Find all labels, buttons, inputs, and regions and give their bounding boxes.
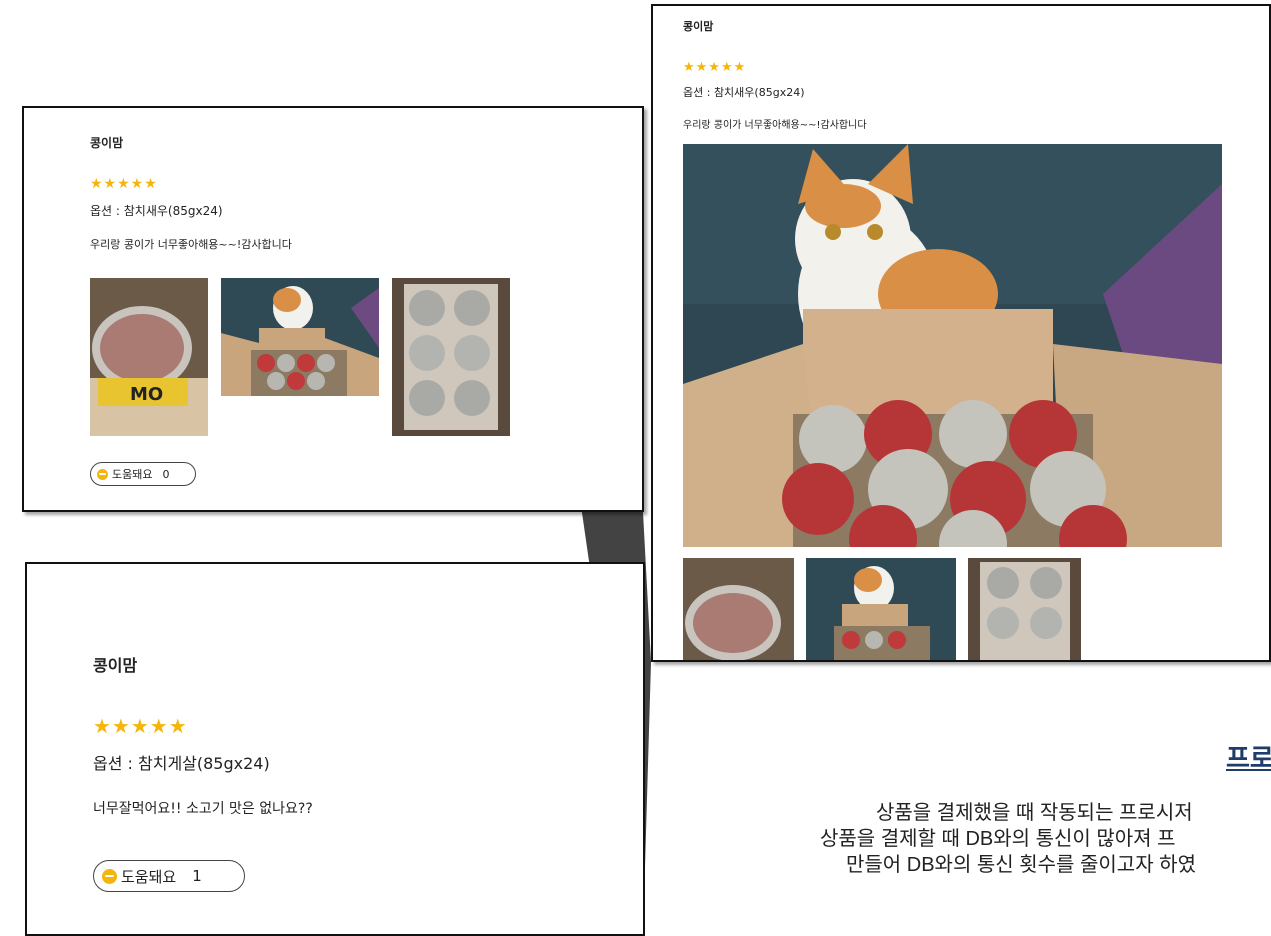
star-rating: ★★★★★ <box>93 714 188 738</box>
star-rating: ★★★★★ <box>90 176 158 192</box>
helpful-label: 도움돼요 <box>112 468 153 481</box>
review-author: 콩이맘 <box>683 20 714 33</box>
review-option: 옵션 : 참치새우(85gx24) <box>683 86 805 99</box>
review-option: 옵션 : 참치새우(85gx24) <box>90 204 223 218</box>
review-thumb-box[interactable] <box>968 558 1081 660</box>
section-desc-line2: 상품을 결제할 때 DB와의 통신이 많아져 프 <box>820 828 1176 850</box>
review-card-small: 콩이맘 ★★★★★ 옵션 : 참치새우(85gx24) 우리랑 콩이가 너무좋아… <box>22 106 644 512</box>
smile-icon <box>102 868 117 884</box>
helpful-button[interactable]: 도움돼요 1 <box>93 860 245 892</box>
helpful-label: 도움돼요 <box>121 867 177 886</box>
review-card-second: 콩이맘 ★★★★★ 옵션 : 참치게살(85gx24) 너무잘먹어요!! 소고기… <box>25 562 645 936</box>
review-photo-can[interactable]: MO <box>90 278 208 436</box>
section-desc-line1: 상품을 결제했을 때 작동되는 프로시저 <box>876 802 1193 824</box>
review-option: 옵션 : 참치게살(85gx24) <box>93 754 270 773</box>
smile-icon <box>97 468 108 480</box>
review-card-zoom: 콩이맘 ★★★★★ 옵션 : 참치새우(85gx24) 우리랑 콩이가 너무좋아… <box>651 4 1271 662</box>
helpful-count: 1 <box>192 867 202 885</box>
review-comment: 우리랑 콩이가 너무좋아해용~~!감사합니다 <box>90 238 292 251</box>
review-photo-cat[interactable] <box>221 278 379 396</box>
svg-text:MO: MO <box>130 384 163 405</box>
review-photo-box[interactable] <box>392 278 510 436</box>
review-author: 콩이맘 <box>90 136 124 150</box>
review-comment: 우리랑 콩이가 너무좋아해용~~!감사합니다 <box>683 120 867 131</box>
review-thumb-cat[interactable] <box>806 558 956 660</box>
section-desc-line3: 만들어 DB와의 통신 횟수를 줄이고자 하였 <box>846 854 1196 876</box>
star-rating: ★★★★★ <box>683 60 747 75</box>
review-comment: 너무잘먹어요!! 소고기 맛은 없나요?? <box>93 801 313 817</box>
helpful-count: 0 <box>162 467 170 481</box>
review-author: 콩이맘 <box>93 656 138 675</box>
review-photo-large[interactable] <box>683 144 1222 547</box>
section-title: 프로 <box>1226 743 1271 773</box>
review-thumb-can[interactable] <box>683 558 794 660</box>
helpful-button[interactable]: 도움돼요 0 <box>90 462 196 486</box>
